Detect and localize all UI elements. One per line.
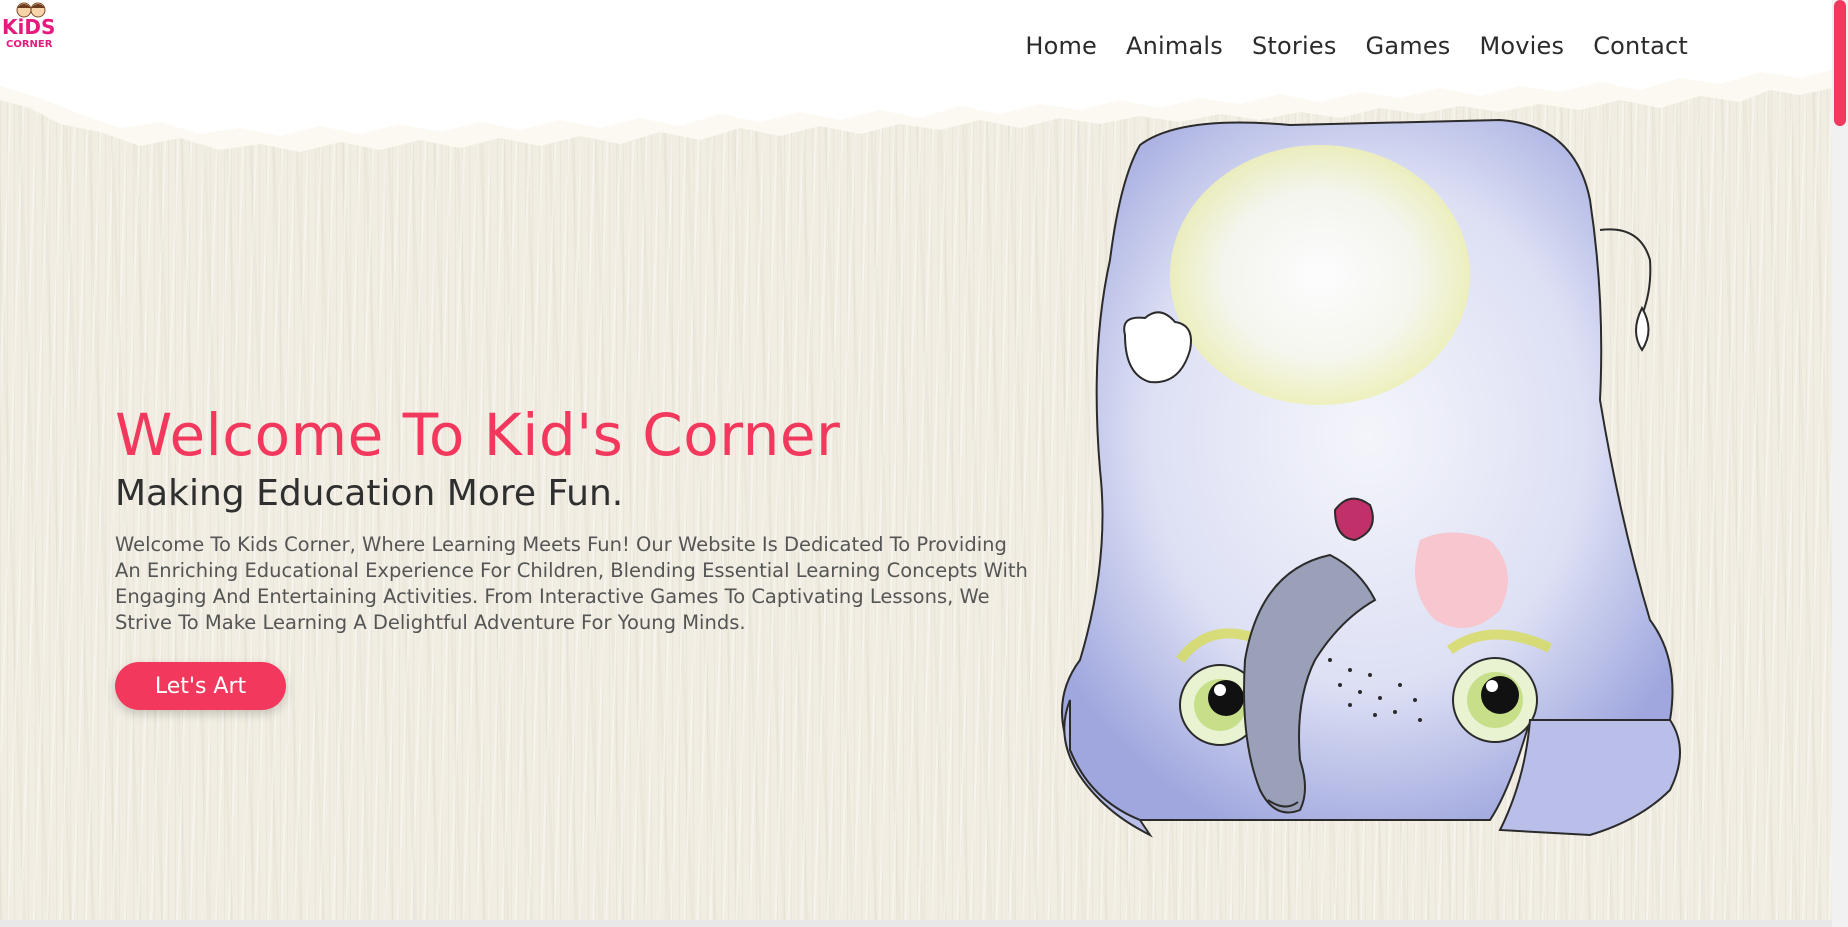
nav-item-home[interactable]: Home (1025, 32, 1097, 60)
hero-description: Welcome To Kids Corner, Where Learning M… (115, 533, 1028, 634)
nav-item-movies[interactable]: Movies (1479, 32, 1564, 60)
scrollbar-thumb[interactable] (1834, 0, 1846, 126)
logo-text-corner: CORNER (6, 39, 53, 50)
page-scrollbar[interactable] (1832, 0, 1848, 927)
hero-title: Welcome To Kid's Corner (115, 401, 841, 469)
nav-item-contact[interactable]: Contact (1593, 32, 1688, 60)
logo-text-kids: KiDS (2, 15, 55, 39)
kids-corner-logo[interactable]: KiDS CORNER (0, 0, 66, 50)
nav-item-games[interactable]: Games (1366, 32, 1451, 60)
elephant-illustration (1061, 118, 1681, 838)
nav-item-animals[interactable]: Animals (1126, 32, 1223, 60)
hero-subtitle: Making Education More Fun. (115, 473, 624, 514)
hero-section: Welcome To Kid's Corner Making Education… (115, 400, 1065, 636)
page-bottom-divider (0, 920, 1832, 927)
lets-art-button[interactable]: Let's Art (115, 662, 286, 710)
nav-item-stories[interactable]: Stories (1252, 32, 1337, 60)
main-nav: Home Animals Stories Games Movies Contac… (1025, 32, 1688, 60)
